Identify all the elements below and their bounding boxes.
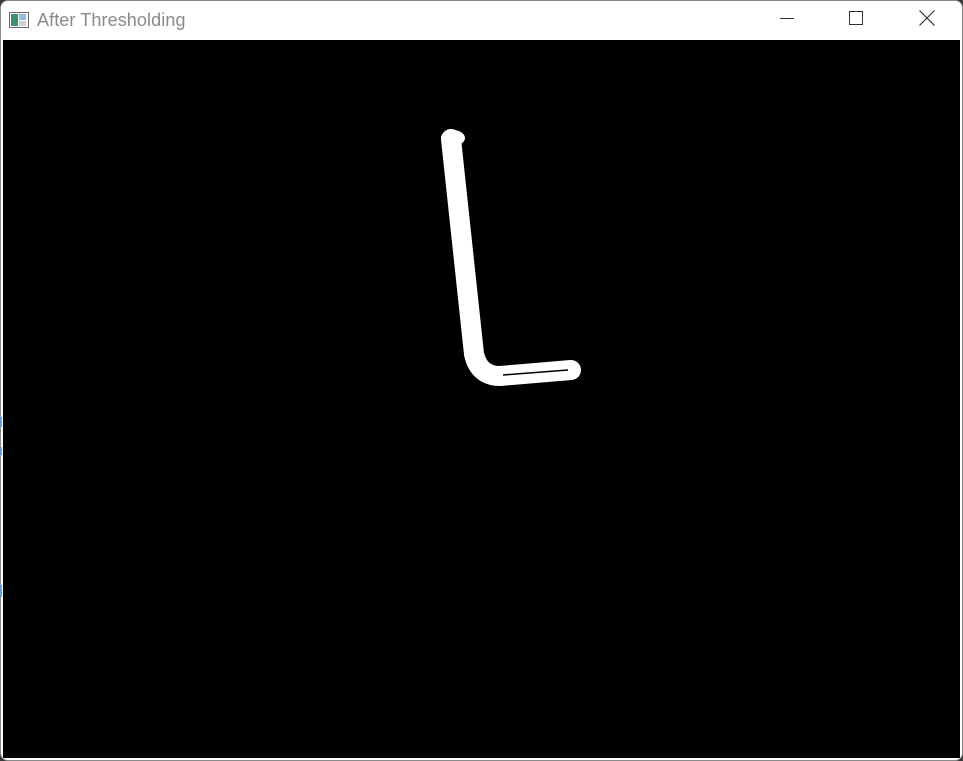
image-window-icon (9, 12, 29, 28)
background-edge-mark (0, 417, 2, 427)
thresholded-image (441, 129, 581, 386)
maximize-button[interactable] (833, 1, 879, 40)
maximize-icon (849, 11, 863, 30)
image-canvas (3, 40, 960, 758)
stroke-start-blob (441, 130, 465, 146)
background-edge-mark (0, 585, 2, 597)
opencv-window: After Thresholding (0, 0, 963, 761)
letter-l-stroke (441, 129, 581, 386)
close-icon (919, 10, 935, 31)
minimize-button[interactable] (764, 1, 810, 40)
minimize-icon (780, 11, 794, 30)
background-edge-mark (0, 447, 2, 455)
window-title: After Thresholding (37, 10, 186, 30)
close-button[interactable] (904, 1, 950, 40)
title-bar[interactable]: After Thresholding (1, 1, 962, 40)
